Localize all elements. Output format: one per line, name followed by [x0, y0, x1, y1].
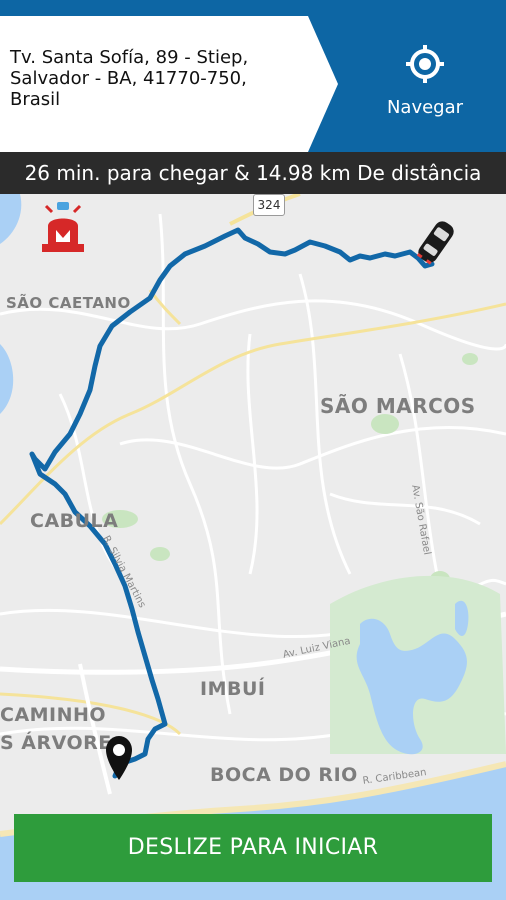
highway-shield: 324	[253, 194, 285, 216]
car-marker	[414, 214, 458, 270]
label-boca-do-rio: BOCA DO RIO	[210, 764, 358, 786]
label-imbui: IMBUÍ	[200, 678, 266, 700]
crosshair-gps-icon	[406, 45, 444, 83]
destination-address: Tv. Santa Sofía, 89 - Stiep, Salvador - …	[10, 47, 249, 110]
top-status-strip	[0, 0, 506, 16]
emergency-alert-button[interactable]	[38, 200, 88, 260]
label-cabula: CABULA	[30, 510, 119, 532]
car-marker-icon	[416, 221, 454, 265]
label-sao-marcos: SÃO MARCOS	[320, 394, 476, 418]
navigate-button[interactable]: Navegar	[370, 16, 480, 152]
destination-pin	[104, 734, 134, 782]
label-arvores: S ÁRVORE	[0, 732, 112, 754]
map-view[interactable]: 324 SÃO CAETANO SÃO MARCOS CABULA IMBUÍ …	[0, 194, 506, 900]
slide-to-start-button[interactable]: DESLIZE PARA INICIAR	[14, 814, 492, 882]
label-sao-caetano: SÃO CAETANO	[6, 294, 131, 312]
navigate-label: Navegar	[386, 97, 464, 118]
map-pin-icon	[106, 736, 132, 780]
emergency-siren-icon	[42, 202, 84, 252]
eta-distance-bar: 26 min. para chegar & 14.98 km De distân…	[0, 152, 506, 194]
label-caminho: CAMINHO	[0, 704, 107, 726]
